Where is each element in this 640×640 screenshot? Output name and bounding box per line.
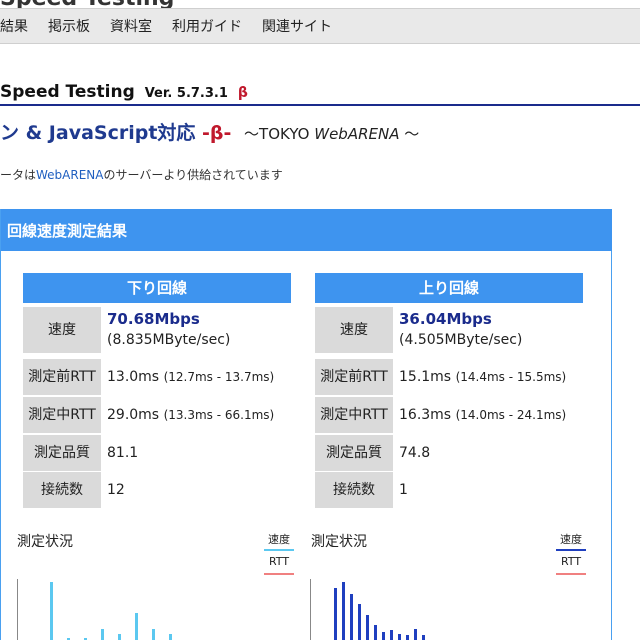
download-header: 下り回線 <box>23 273 291 303</box>
download-row-speed: 速度 70.68Mbps (8.835MByte/sec) <box>23 307 291 357</box>
activity-bar <box>135 613 138 640</box>
row-label: 測定中RTT <box>315 397 393 433</box>
legend-line-rtt-down <box>264 573 294 575</box>
title-rule <box>0 104 640 106</box>
activity-bar <box>152 629 155 640</box>
upload-row-rtt-during: 測定中RTT 16.3ms (14.0ms - 24.1ms) <box>315 397 583 433</box>
row-value: 70.68Mbps (8.835MByte/sec) <box>107 310 231 348</box>
download-row-connections: 接続数 12 <box>23 472 291 508</box>
results-panel: 回線速度測定結果 下り回線 速度 70.68Mbps (8.835MByte/se… <box>0 209 612 640</box>
activity-bar <box>169 634 172 640</box>
row-label: 測定品質 <box>315 435 393 471</box>
activity-bar <box>366 615 369 640</box>
row-value: 13.0ms (12.7ms - 13.7ms) <box>107 369 275 385</box>
legend-rtt-down: RTT <box>268 555 290 568</box>
activity-bar <box>342 582 345 640</box>
nav-item-related[interactable]: 関連サイト <box>252 16 342 36</box>
subtitle-tokyo: ～TOKYO WebARENA ～ <box>244 125 420 143</box>
download-row-quality: 測定品質 81.1 <box>23 435 291 471</box>
subtitle-main: ン & JavaScript対応 <box>0 122 196 144</box>
activity-bar <box>101 629 104 640</box>
chart-axis-up <box>310 579 311 640</box>
activity-bar <box>382 632 385 640</box>
page-subtitle: ン & JavaScript対応 -β- ～TOKYO WebARENA ～ <box>0 118 419 145</box>
activity-bar <box>398 634 401 640</box>
webarena-link[interactable]: WebARENA <box>36 168 103 182</box>
panel-header: 回線速度測定結果 <box>1 209 612 251</box>
legend-line-speed-up <box>556 549 586 551</box>
nav-item-bbs[interactable]: 掲示板 <box>38 16 100 36</box>
nav-bar: 結果 掲示板 資料室 利用ガイド 関連サイト <box>0 8 640 44</box>
server-notice: ータはWebARENAのサーバーより供給されています <box>0 168 283 182</box>
upload-header: 上り回線 <box>315 273 583 303</box>
app-title: Speed Testing Ver. 5.7.3.1 β <box>0 82 248 102</box>
row-label: 接続数 <box>315 472 393 508</box>
legend-line-speed-down <box>264 549 294 551</box>
activity-bar <box>422 635 425 640</box>
download-row-rtt-before: 測定前RTT 13.0ms (12.7ms - 13.7ms) <box>23 359 291 395</box>
download-table: 下り回線 速度 70.68Mbps (8.835MByte/sec) 測定前RTT… <box>23 273 291 508</box>
row-label: 測定品質 <box>23 435 101 471</box>
download-row-rtt-during: 測定中RTT 29.0ms (13.3ms - 66.1ms) <box>23 397 291 433</box>
activity-bar <box>390 630 393 640</box>
row-value: 12 <box>107 482 125 498</box>
upload-row-quality: 測定品質 74.8 <box>315 435 583 471</box>
row-label: 測定前RTT <box>23 359 101 395</box>
row-value: 81.1 <box>107 445 139 461</box>
upload-table: 上り回線 速度 36.04Mbps (4.505MByte/sec) 測定前RTT… <box>315 273 583 508</box>
row-label: 速度 <box>23 307 101 353</box>
beta-label: β <box>237 85 248 101</box>
row-label: 測定中RTT <box>23 397 101 433</box>
activity-bar <box>374 625 377 640</box>
status-title-up: 測定状況 <box>311 534 367 550</box>
upload-row-speed: 速度 36.04Mbps (4.505MByte/sec) <box>315 307 583 357</box>
activity-bar <box>334 588 337 640</box>
upload-row-rtt-before: 測定前RTT 15.1ms (14.4ms - 15.5ms) <box>315 359 583 395</box>
nav-item-library[interactable]: 資料室 <box>100 16 162 36</box>
legend-rtt-up: RTT <box>560 555 582 568</box>
activity-bar <box>406 635 409 640</box>
legend-speed-up: 速度 <box>560 533 582 546</box>
row-value: 1 <box>399 482 408 498</box>
subtitle-beta: -β- <box>202 122 232 144</box>
nav-item-guide[interactable]: 利用ガイド <box>162 16 252 36</box>
app-title-text: Speed Testing <box>0 82 135 102</box>
row-value: 16.3ms (14.0ms - 24.1ms) <box>399 407 567 423</box>
chart-axis-down <box>17 579 18 640</box>
row-value: 29.0ms (13.3ms - 66.1ms) <box>107 407 275 423</box>
status-title-down: 測定状況 <box>17 534 73 550</box>
activity-bar <box>350 594 353 640</box>
row-value: 15.1ms (14.4ms - 15.5ms) <box>399 369 567 385</box>
row-label: 接続数 <box>23 472 101 508</box>
legend-line-rtt-up <box>556 573 586 575</box>
row-value: 74.8 <box>399 445 431 461</box>
activity-bar <box>118 634 121 640</box>
row-label: 速度 <box>315 307 393 353</box>
activity-bar <box>414 629 417 640</box>
upload-row-connections: 接続数 1 <box>315 472 583 508</box>
legend-speed-down: 速度 <box>268 533 290 546</box>
nav-item-results[interactable]: 結果 <box>0 16 38 36</box>
row-label: 測定前RTT <box>315 359 393 395</box>
version-label: Ver. 5.7.3.1 <box>144 86 228 101</box>
activity-bar <box>50 582 53 640</box>
row-value: 36.04Mbps (4.505MByte/sec) <box>399 310 523 348</box>
activity-bar <box>358 604 361 640</box>
